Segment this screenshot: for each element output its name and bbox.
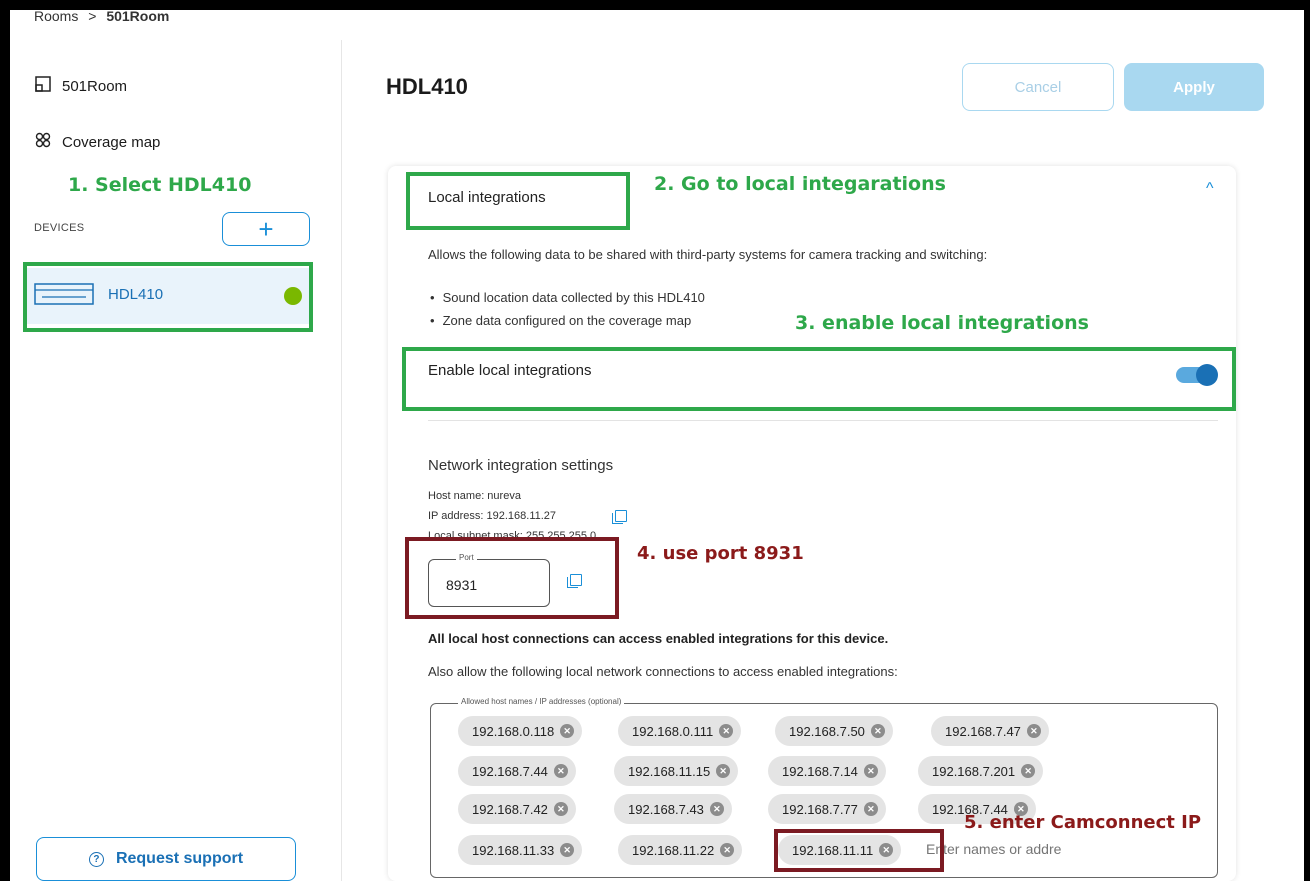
breadcrumb-separator: > [88, 8, 97, 24]
allowed-hosts-legend: Allowed host names / IP addresses (optio… [458, 697, 625, 706]
add-device-button[interactable]: + [222, 212, 310, 246]
remove-chip-icon[interactable]: ✕ [720, 843, 735, 857]
host-chip[interactable]: 192.168.7.43 ✕ [614, 794, 732, 824]
request-support-button[interactable]: ? Request support [36, 837, 296, 881]
host-chip-label: 192.168.7.77 [782, 801, 858, 817]
host-chip[interactable]: 192.168.7.47 ✕ [931, 716, 1049, 746]
remove-chip-icon[interactable]: ✕ [553, 802, 568, 816]
request-support-label: Request support [115, 850, 244, 867]
host-chip[interactable]: 192.168.11.15 ✕ [614, 756, 739, 786]
host-chip[interactable]: 192.168.11.22 ✕ [618, 835, 743, 865]
annotation-box-step5 [774, 829, 944, 872]
remove-chip-icon[interactable]: ✕ [553, 764, 568, 778]
host-chip-label: 192.168.11.15 [628, 763, 711, 779]
sidebar: 501Room Coverage map DEVICES + HDL410 ? … [10, 40, 342, 881]
annotation-box-step4 [405, 537, 619, 619]
allow-connections-note: Also allow the following local network c… [428, 664, 898, 679]
annotation-step1: 1. Select HDL410 [68, 174, 252, 196]
annotation-step2: 2. Go to local integarations [654, 173, 946, 195]
host-chip-label: 192.168.7.44 [472, 763, 548, 779]
host-chip[interactable]: 192.168.0.118 ✕ [458, 716, 583, 746]
devices-label: DEVICES [34, 222, 85, 234]
list-item: Zone data configured on the coverage map [428, 313, 692, 328]
sidebar-item-room[interactable]: 501Room [34, 76, 127, 97]
host-chip[interactable]: 192.168.7.77 ✕ [768, 794, 886, 824]
chevron-up-icon[interactable]: ^ [1206, 180, 1214, 198]
host-name-line: Host name: nureva [428, 490, 521, 502]
host-chip[interactable]: 192.168.7.50 ✕ [775, 716, 893, 746]
local-host-note: All local host connections can access en… [428, 631, 889, 646]
remove-chip-icon[interactable]: ✕ [560, 724, 575, 738]
host-chip-label: 192.168.11.22 [632, 842, 715, 858]
copy-ip-icon[interactable] [612, 510, 627, 524]
remove-chip-icon[interactable]: ✕ [1026, 724, 1041, 738]
breadcrumb: Rooms > 501Room [34, 8, 169, 24]
breadcrumb-current: 501Room [106, 8, 170, 24]
sidebar-item-room-label: 501Room [62, 78, 128, 95]
screenshot-frame: Rooms > 501Room 501Room Coverage map DEV… [0, 0, 1310, 881]
annotation-step4: 4. use port 8931 [637, 543, 804, 564]
sidebar-item-coverage-map[interactable]: Coverage map [34, 132, 160, 153]
host-chip-label: 192.168.0.111 [632, 723, 714, 739]
remove-chip-icon[interactable]: ✕ [863, 764, 878, 778]
list-item: Sound location data collected by this HD… [428, 290, 705, 305]
remove-chip-icon[interactable]: ✕ [870, 724, 885, 738]
page-title: HDL410 [386, 74, 468, 99]
annotation-box-step3 [402, 347, 1236, 411]
frame-border-right [1304, 0, 1310, 881]
host-chip[interactable]: 192.168.7.201 ✕ [918, 756, 1044, 786]
host-chip-label: 192.168.7.201 [932, 763, 1016, 779]
host-chip[interactable]: 192.168.7.14 ✕ [768, 756, 886, 786]
ip-address-line: IP address: 192.168.11.27 [428, 510, 557, 522]
network-settings-title: Network integration settings [428, 457, 614, 474]
host-chip-label: 192.168.11.33 [472, 842, 555, 858]
apply-button[interactable]: Apply [1124, 63, 1264, 111]
remove-chip-icon[interactable]: ✕ [709, 802, 724, 816]
host-chip-label: 192.168.7.14 [782, 763, 858, 779]
host-chip[interactable]: 192.168.7.44 ✕ [458, 756, 576, 786]
frame-border-left [0, 0, 10, 881]
remove-chip-icon[interactable]: ✕ [719, 724, 734, 738]
annotation-box-step2 [406, 172, 630, 230]
host-chip[interactable]: 192.168.11.33 ✕ [458, 835, 583, 865]
remove-chip-icon[interactable]: ✕ [863, 802, 878, 816]
sidebar-item-coverage-label: Coverage map [62, 134, 161, 151]
host-chip-label: 192.168.7.47 [945, 723, 1021, 739]
host-entry-input[interactable] [926, 841, 1166, 857]
room-icon [34, 76, 52, 97]
host-chip-label: 192.168.0.118 [472, 723, 555, 739]
host-chip[interactable]: 192.168.7.42 ✕ [458, 794, 576, 824]
host-chip-label: 192.168.7.50 [789, 723, 865, 739]
remove-chip-icon[interactable]: ✕ [1021, 764, 1036, 778]
remove-chip-icon[interactable]: ✕ [716, 764, 731, 778]
annotation-step5: 5. enter Camconnect IP [964, 812, 1202, 833]
cancel-button[interactable]: Cancel [962, 63, 1114, 111]
divider [428, 420, 1218, 421]
frame-border-top [0, 0, 1310, 10]
host-chip[interactable]: 192.168.0.111 ✕ [618, 716, 742, 746]
breadcrumb-rooms[interactable]: Rooms [34, 8, 78, 24]
coverage-map-icon [34, 132, 52, 153]
help-icon: ? [88, 851, 104, 867]
remove-chip-icon[interactable]: ✕ [560, 843, 575, 857]
host-chip-label: 192.168.7.42 [472, 801, 548, 817]
annotation-step3: 3. enable local integrations [795, 312, 1089, 334]
host-chip-label: 192.168.7.43 [628, 801, 704, 817]
local-integrations-description: Allows the following data to be shared w… [428, 247, 988, 262]
annotation-box-step1 [23, 262, 313, 332]
